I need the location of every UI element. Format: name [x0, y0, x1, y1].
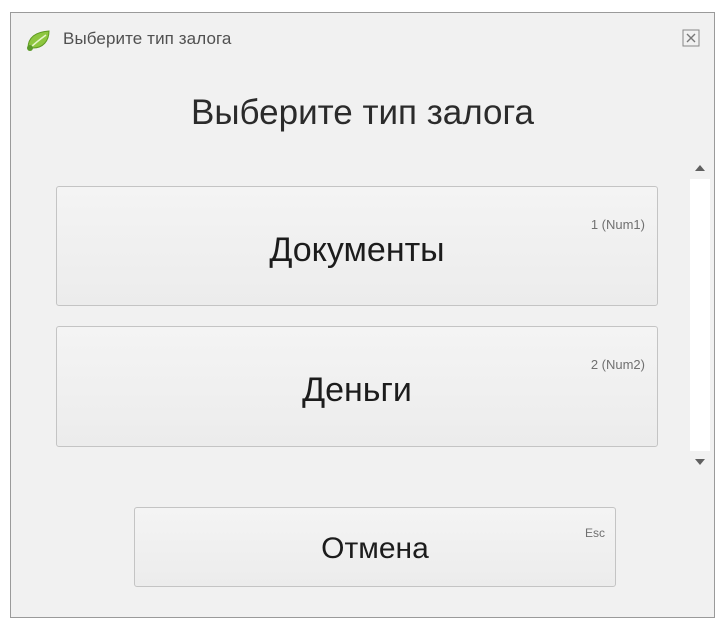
cancel-button-label: Отмена	[321, 532, 429, 565]
leaf-icon	[25, 29, 53, 51]
title-bar: Выберите тип залога	[11, 13, 714, 63]
window-title: Выберите тип залога	[63, 29, 232, 48]
documents-button-label: Документы	[269, 231, 445, 269]
money-hotkey-label: 2 (Num2)	[590, 357, 645, 372]
dialog-window: Выберите тип залога Выберите тип залога …	[10, 12, 715, 618]
vertical-scrollbar[interactable]	[685, 159, 714, 471]
close-icon[interactable]	[680, 27, 702, 49]
scrollbar-track[interactable]	[690, 179, 710, 451]
documents-button[interactable]: 1 (Num1) Документы	[56, 186, 658, 306]
scroll-down-arrow-icon[interactable]	[691, 455, 709, 469]
money-button-label: Деньги	[302, 371, 412, 409]
scroll-up-arrow-icon[interactable]	[691, 161, 709, 175]
dialog-content: Выберите тип залога 1 (Num1) Документы 2…	[11, 63, 714, 617]
cancel-button[interactable]: Esc Отмена	[134, 507, 616, 587]
documents-hotkey-label: 1 (Num1)	[590, 217, 645, 232]
money-button[interactable]: 2 (Num2) Деньги	[56, 326, 658, 447]
dialog-heading: Выберите тип залога	[191, 93, 534, 132]
